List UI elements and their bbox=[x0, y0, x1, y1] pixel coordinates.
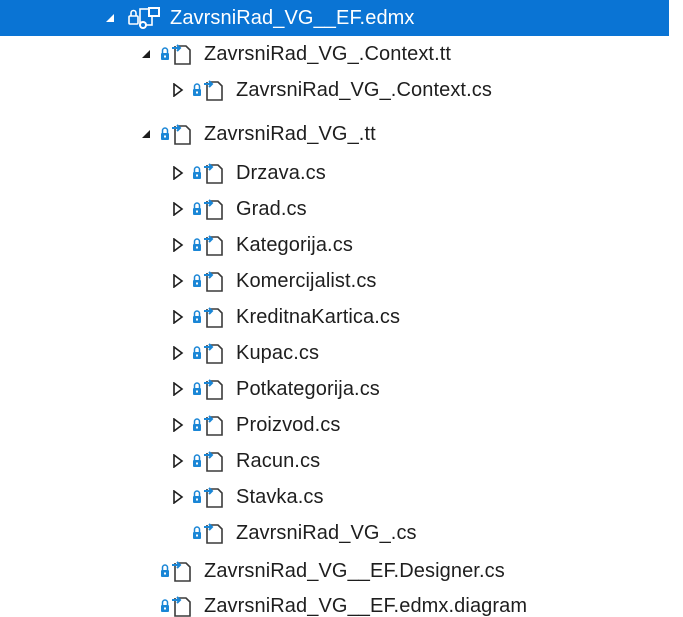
expand-arrow-icon[interactable] bbox=[170, 199, 186, 219]
expand-arrow-icon[interactable] bbox=[170, 343, 186, 363]
expand-arrow-icon[interactable] bbox=[170, 271, 186, 291]
tree-node-edmx-root[interactable]: ZavrsniRad_VG__EF.edmx bbox=[0, 0, 669, 36]
tree-node-grad-cs[interactable]: Grad.cs bbox=[0, 191, 683, 227]
tree-node-edmx-diagram[interactable]: ZavrsniRad_VG__EF.edmx.diagram bbox=[0, 588, 683, 617]
locked-cs-file-icon bbox=[192, 376, 226, 402]
tree-node-context-cs[interactable]: ZavrsniRad_VG_.Context.cs bbox=[0, 72, 683, 108]
tree-node-komercijalist-cs[interactable]: Komercijalist.cs bbox=[0, 263, 683, 299]
tree-node-label: Kategorija.cs bbox=[236, 233, 353, 256]
tree-node-label: KreditnaKartica.cs bbox=[236, 305, 401, 328]
edmx-file-icon bbox=[128, 5, 162, 31]
expand-arrow-icon[interactable] bbox=[170, 163, 186, 183]
locked-cs-file-icon bbox=[192, 196, 226, 222]
tree-node-stavka-cs[interactable]: Stavka.cs bbox=[0, 479, 683, 515]
expand-arrow-icon[interactable] bbox=[170, 415, 186, 435]
locked-cs-file-icon bbox=[192, 232, 226, 258]
locked-cs-file-icon bbox=[192, 340, 226, 366]
expand-arrow-icon[interactable] bbox=[170, 379, 186, 399]
tree-node-label: Proizvod.cs bbox=[236, 413, 341, 436]
expand-arrow-icon[interactable] bbox=[170, 235, 186, 255]
tree-node-label: Racun.cs bbox=[236, 449, 321, 472]
solution-explorer-tree: ZavrsniRad_VG__EF.edmx ZavrsniRad_VG_.Co… bbox=[0, 0, 683, 617]
locked-cs-file-icon bbox=[192, 412, 226, 438]
tree-node-proizvod-cs[interactable]: Proizvod.cs bbox=[0, 407, 683, 443]
locked-cs-file-icon bbox=[192, 77, 226, 103]
expand-arrow-icon[interactable] bbox=[170, 80, 186, 100]
tree-node-label: ZavrsniRad_VG__EF.Designer.cs bbox=[204, 559, 505, 582]
locked-cs-file-icon bbox=[192, 448, 226, 474]
tree-node-kategorija-cs[interactable]: Kategorija.cs bbox=[0, 227, 683, 263]
locked-cs-file-icon bbox=[192, 304, 226, 330]
collapse-arrow-icon[interactable] bbox=[138, 44, 154, 64]
tree-node-label: ZavrsniRad_VG__EF.edmx.diagram bbox=[204, 594, 528, 617]
tree-node-label: Grad.cs bbox=[236, 197, 307, 220]
locked-diagram-file-icon bbox=[160, 593, 194, 617]
locked-cs-file-icon bbox=[192, 268, 226, 294]
tree-node-racun-cs[interactable]: Racun.cs bbox=[0, 443, 683, 479]
tree-node-kreditnakartica-cs[interactable]: KreditnaKartica.cs bbox=[0, 299, 683, 335]
locked-template-file-icon bbox=[160, 41, 194, 67]
locked-cs-file-icon bbox=[160, 558, 194, 584]
tree-node-label: Kupac.cs bbox=[236, 341, 320, 364]
tree-node-label: ZavrsniRad_VG_.Context.cs bbox=[236, 78, 492, 101]
tree-node-vg-tt[interactable]: ZavrsniRad_VG_.tt bbox=[0, 116, 683, 152]
tree-node-kupac-cs[interactable]: Kupac.cs bbox=[0, 335, 683, 371]
expand-arrow-icon[interactable] bbox=[170, 451, 186, 471]
tree-node-label: Komercijalist.cs bbox=[236, 269, 377, 292]
tree-node-vg-cs[interactable]: ZavrsniRad_VG_.cs bbox=[0, 515, 683, 551]
tree-node-label: ZavrsniRad_VG__EF.edmx bbox=[170, 6, 415, 29]
tree-node-context-tt[interactable]: ZavrsniRad_VG_.Context.tt bbox=[0, 36, 683, 72]
collapse-arrow-icon[interactable] bbox=[102, 8, 118, 28]
expand-arrow-icon[interactable] bbox=[170, 307, 186, 327]
tree-node-label: ZavrsniRad_VG_.Context.tt bbox=[204, 42, 452, 65]
tree-node-label: Stavka.cs bbox=[236, 485, 324, 508]
tree-node-potkategorija-cs[interactable]: Potkategorija.cs bbox=[0, 371, 683, 407]
locked-cs-file-icon bbox=[192, 520, 226, 546]
expand-arrow-icon[interactable] bbox=[170, 487, 186, 507]
locked-template-file-icon bbox=[160, 121, 194, 147]
tree-node-drzava-cs[interactable]: Drzava.cs bbox=[0, 155, 683, 191]
tree-node-designer-cs[interactable]: ZavrsniRad_VG__EF.Designer.cs bbox=[0, 553, 683, 589]
locked-cs-file-icon bbox=[192, 160, 226, 186]
tree-node-label: ZavrsniRad_VG_.cs bbox=[236, 521, 417, 544]
collapse-arrow-icon[interactable] bbox=[138, 124, 154, 144]
tree-node-label: Potkategorija.cs bbox=[236, 377, 380, 400]
locked-cs-file-icon bbox=[192, 484, 226, 510]
tree-node-label: Drzava.cs bbox=[236, 161, 326, 184]
tree-node-label: ZavrsniRad_VG_.tt bbox=[204, 122, 376, 145]
